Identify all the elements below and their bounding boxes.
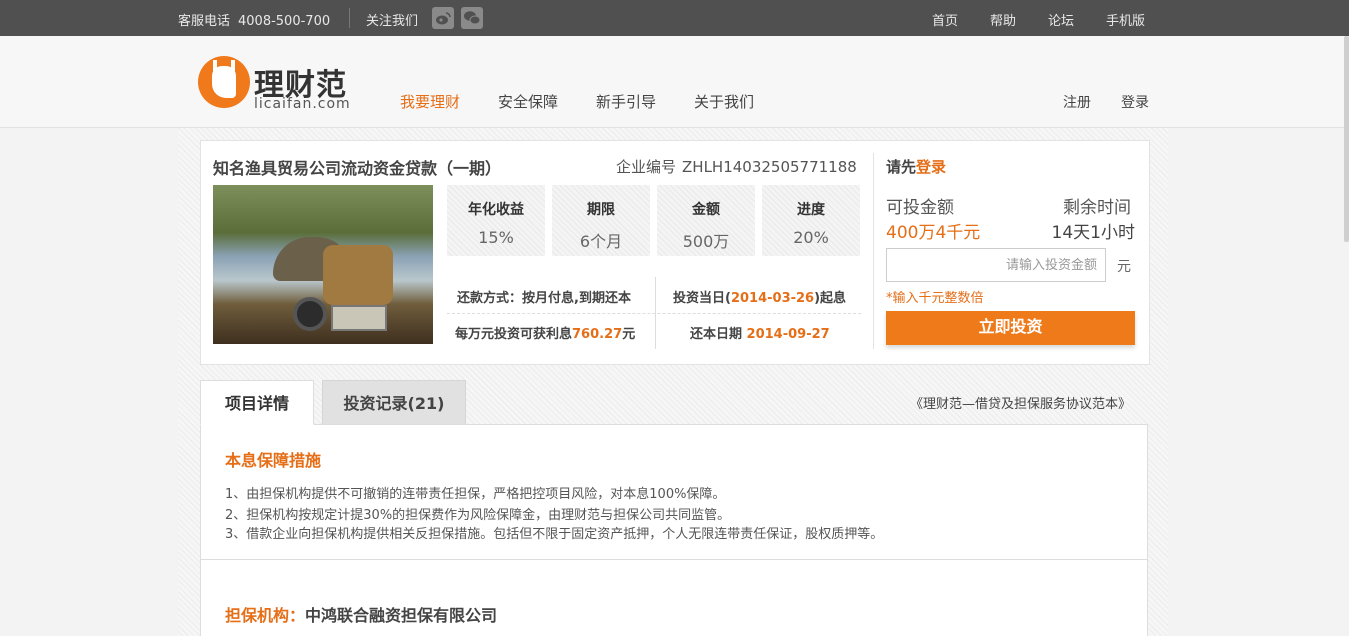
project-code-value: ZHLH14032505771188: [682, 158, 857, 176]
tab-investment-records[interactable]: 投资记录(21): [322, 380, 466, 425]
nav-guide[interactable]: 新手引导: [596, 91, 656, 112]
follow-label: 关注我们: [366, 14, 419, 29]
project-title: 知名渔具贸易公司流动资金贷款（一期）: [213, 159, 502, 178]
hotline-number: 4008-500-700: [238, 14, 331, 29]
guarantor-panel: 担保机构：中鸿联合融资担保有限公司: [200, 560, 1148, 636]
nav-invest[interactable]: 我要理财: [400, 91, 460, 112]
guarantor-agency: 担保机构：中鸿联合融资担保有限公司: [225, 606, 498, 625]
divider: [349, 8, 350, 28]
project-photo: [213, 185, 433, 344]
principal-return-date: 还本日期 2014-09-27: [690, 327, 830, 342]
wechat-icon[interactable]: [461, 7, 483, 29]
stat-progress: 进度 20%: [762, 185, 860, 256]
nav-mobile[interactable]: 手机版: [1106, 10, 1145, 29]
top-bar: 客服电话 4008-500-700 关注我们 首页 帮助 论坛 手机版: [0, 0, 1349, 36]
invest-now-button[interactable]: 立即投资: [886, 311, 1135, 345]
project-code-label: 企业编号: [616, 158, 677, 176]
nav-help[interactable]: 帮助: [990, 10, 1016, 29]
available-amount: 400万4千元: [886, 223, 981, 243]
weibo-icon[interactable]: [432, 7, 454, 29]
tab-project-details[interactable]: 项目详情: [200, 380, 314, 425]
login-link[interactable]: 登录: [1121, 92, 1149, 112]
project-card: 知名渔具贸易公司流动资金贷款（一期） 企业编号 ZHLH1403250577118…: [200, 140, 1150, 365]
guarantee-line: 2、担保机构按规定计提30%的担保费作为风险保障金，由理财范与担保公司共同监管。: [225, 508, 731, 523]
amount-hint: *输入千元整数倍: [886, 291, 984, 306]
scrollbar-thumb[interactable]: [1344, 36, 1349, 242]
nav-security[interactable]: 安全保障: [498, 91, 558, 112]
repayment-method: 还款方式：按月付息,到期还本: [457, 291, 631, 306]
hotline-label: 客服电话: [178, 14, 231, 29]
invest-amount-input[interactable]: [886, 248, 1106, 282]
project-code: 企业编号 ZHLH14032505771188: [616, 156, 857, 177]
nav-forum[interactable]: 论坛: [1048, 10, 1074, 29]
logo-domain: licaifan.com: [254, 96, 351, 112]
available-label: 可投金额: [886, 198, 954, 218]
stat-amount: 金额 500万: [657, 185, 755, 256]
guarantee-line: 3、借款企业向担保机构提供相关反担保措施。包括但不限于固定资产抵押，个人无限连带…: [225, 527, 884, 542]
amount-unit: 元: [1117, 259, 1131, 275]
nav-about[interactable]: 关于我们: [694, 91, 754, 112]
interest-start-date: 投资当日(2014-03-26)起息: [673, 291, 847, 306]
remaining-time: 14天1小时: [1051, 223, 1135, 243]
guarantee-heading: 本息保障措施: [225, 451, 322, 470]
hotline: 客服电话 4008-500-700: [178, 10, 330, 29]
logo-icon[interactable]: [198, 56, 250, 108]
interest-per-10k: 每万元投资可获利息760.27元: [455, 327, 636, 342]
nav-home[interactable]: 首页: [932, 10, 958, 29]
guarantee-line: 1、由担保机构提供不可撤销的连带责任担保，严格把控项目风险，对本息100%保障。: [225, 487, 726, 502]
site-header: 理财范 licaifan.com 我要理财 安全保障 新手引导 关于我们 注册 …: [0, 36, 1349, 128]
agreement-link[interactable]: 《理财范—借贷及担保服务协议范本》: [910, 393, 1131, 412]
stat-term: 期限 6个月: [552, 185, 650, 256]
stat-annual-yield: 年化收益 15%: [447, 185, 545, 256]
guarantee-panel: 本息保障措施 1、由担保机构提供不可撤销的连带责任担保，严格把控项目风险，对本息…: [200, 424, 1148, 560]
login-prompt-link[interactable]: 登录: [916, 158, 946, 176]
remaining-label: 剩余时间: [1063, 198, 1131, 218]
login-prompt: 请先登录: [886, 158, 947, 176]
register-link[interactable]: 注册: [1063, 92, 1091, 112]
